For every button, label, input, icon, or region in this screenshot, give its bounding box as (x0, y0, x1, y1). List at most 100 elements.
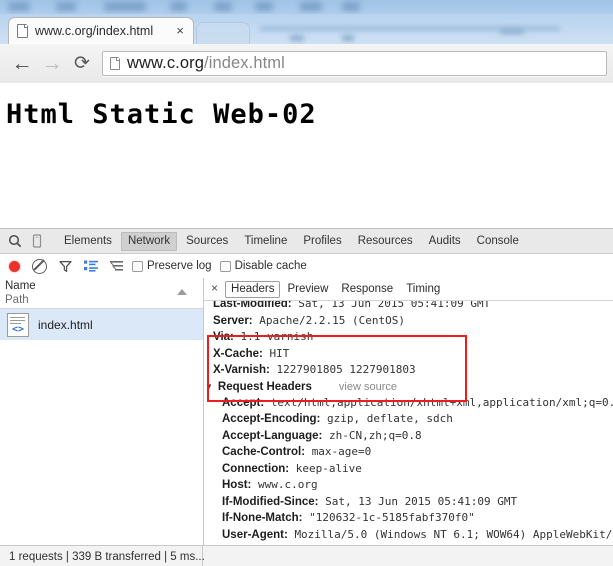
header-line: X-Varnish: 1227901805 1227901803 (213, 362, 613, 379)
header-line: If-Modified-Since: Sat, 13 Jun 2015 05:4… (222, 494, 613, 511)
header-line: X-Cache: HIT (213, 346, 613, 363)
header-name: If-Modified-Since: (222, 495, 319, 508)
header-line: Accept-Language: zh-CN,zh;q=0.8 (222, 428, 613, 445)
requests-column-header[interactable]: Name Path (0, 278, 203, 309)
header-line: If-None-Match: "120632-1c-5185fabf370f0" (222, 510, 613, 527)
checkbox-box[interactable] (132, 260, 143, 272)
status-text: 1 requests | 339 B transferred | 5 ms... (9, 550, 205, 563)
sort-ascending-icon[interactable] (177, 289, 187, 295)
header-line: Accept-Encoding: gzip, deflate, sdch (222, 411, 613, 428)
header-name: Connection: (222, 462, 290, 475)
search-icon[interactable] (4, 231, 26, 251)
header-value: Mozilla/5.0 (Windows NT 6.1; WOW64) Appl… (294, 527, 613, 541)
preserve-log-checkbox[interactable]: Preserve log (132, 260, 212, 272)
header-value: max-age=0 (311, 445, 372, 458)
disable-cache-checkbox[interactable]: Disable cache (219, 260, 307, 272)
address-host: www.c.org (127, 54, 205, 72)
page-title: Html Static Web-02 (6, 99, 317, 130)
checkbox-box[interactable] (219, 260, 231, 272)
reload-icon[interactable]: ⟳ (69, 51, 95, 77)
filter-icon[interactable] (59, 260, 72, 273)
column-name-label: Name (5, 280, 36, 292)
request-headers-list: Accept: text/html,application/xhtml+xml,… (213, 395, 613, 544)
requests-pane: Name Path <> index.html (0, 278, 204, 546)
header-line: Accept: text/html,application/xhtml+xml,… (222, 395, 613, 412)
header-line: Connection: keep-alive (222, 461, 613, 478)
header-line: User-Agent: Mozilla/5.0 (Windows NT 6.1;… (222, 527, 613, 544)
clear-icon[interactable] (32, 258, 47, 274)
header-line: Server: Apache/2.2.15 (CentOS) (213, 313, 613, 330)
headers-content[interactable]: Last-Modified: Sat, 13 Jun 2015 05:41:09… (204, 301, 613, 546)
header-line: Via: 1.1 varnish (213, 329, 613, 346)
detail-tabbar: × Headers Preview Response Timing (204, 278, 613, 301)
tab-elements[interactable]: Elements (57, 232, 119, 251)
address-path: /index.html (204, 54, 285, 72)
header-value: 1227901805 1227901803 (276, 363, 416, 376)
record-icon[interactable] (9, 260, 20, 272)
network-body: Name Path <> index.html × Headers Previe… (0, 278, 613, 546)
network-action-bar: Preserve log Disable cache (0, 254, 613, 279)
header-value: gzip, deflate, sdch (327, 412, 453, 425)
tab-preview[interactable]: Preview (281, 281, 334, 298)
header-line: Last-Modified: Sat, 13 Jun 2015 05:41:09… (213, 301, 613, 313)
forward-icon[interactable]: → (39, 51, 65, 77)
tab-sources[interactable]: Sources (179, 232, 235, 251)
device-toggle-icon[interactable] (26, 231, 48, 251)
close-icon[interactable]: × (173, 24, 187, 39)
tab-timing[interactable]: Timing (400, 281, 446, 298)
tab-title: www.c.org/index.html (35, 24, 154, 38)
header-line: Host: www.c.org (222, 477, 613, 494)
html-document-icon: <> (7, 312, 29, 337)
header-name: Accept-Encoding: (222, 413, 321, 425)
tab-timeline[interactable]: Timeline (237, 232, 294, 251)
header-name: X-Varnish: (213, 364, 270, 376)
tab-headers[interactable]: Headers (225, 280, 281, 298)
request-name: index.html (38, 317, 93, 332)
tab-resources[interactable]: Resources (351, 232, 420, 251)
page-icon (110, 56, 121, 70)
column-path-label: Path (5, 294, 29, 306)
view-source-link[interactable]: view source (339, 379, 397, 395)
header-name: Via: (213, 331, 234, 343)
request-headers-section-title[interactable]: ▼ Request Headers view source (205, 379, 613, 395)
large-rows-icon[interactable] (84, 260, 98, 272)
header-value: zh-CN,zh;q=0.8 (328, 428, 422, 442)
close-icon[interactable]: × (209, 282, 224, 296)
back-icon[interactable]: ← (9, 51, 35, 77)
disable-cache-label: Disable cache (234, 260, 307, 272)
header-name: Host: (222, 479, 252, 491)
requests-empty-area (0, 340, 203, 546)
header-value: text/html,application/xhtml+xml,applicat… (270, 395, 613, 409)
tab-strip-blurred-region (250, 14, 613, 44)
header-name: X-Cache: (213, 347, 263, 360)
address-bar[interactable]: www.c.org/index.html (102, 51, 607, 76)
chevron-down-icon[interactable]: ▼ (205, 379, 213, 395)
header-name: Cache-Control: (222, 446, 306, 458)
devtools-tabbar: Elements Network Sources Timeline Profil… (0, 229, 613, 254)
page-icon (17, 23, 29, 38)
preserve-log-label: Preserve log (147, 260, 212, 272)
browser-toolbar: ← → ⟳ www.c.org/index.html (0, 44, 613, 84)
browser-tab[interactable]: www.c.org/index.html × (8, 17, 194, 44)
tab-strip: www.c.org/index.html × (0, 14, 613, 45)
status-summary-cell: 1 requests | 339 B transferred | 5 ms... (0, 546, 205, 566)
devtools-status-bar: 1 requests | 339 B transferred | 5 ms... (0, 545, 613, 566)
request-detail-pane: × Headers Preview Response Timing Last-M… (204, 278, 613, 546)
tab-response[interactable]: Response (335, 281, 399, 298)
header-value: keep-alive (295, 461, 362, 475)
capture-screenshots-icon[interactable] (110, 260, 124, 272)
tab-profiles[interactable]: Profiles (296, 232, 348, 251)
table-row[interactable]: <> index.html (0, 309, 203, 340)
devtools-panel: Elements Network Sources Timeline Profil… (0, 228, 613, 566)
header-line: Cache-Control: max-age=0 (222, 444, 613, 461)
tab-console[interactable]: Console (470, 232, 526, 251)
tab-audits[interactable]: Audits (422, 232, 468, 251)
header-value: Sat, 13 Jun 2015 05:41:09 GMT (325, 494, 518, 508)
new-tab-button[interactable] (196, 22, 250, 45)
page-viewport: Html Static Web-02 (0, 83, 613, 228)
header-value: Apache/2.2.15 (CentOS) (259, 313, 405, 327)
browser-window: www.c.org/index.html × ← → ⟳ www.c.org/i… (0, 0, 613, 566)
tab-network[interactable]: Network (120, 231, 178, 251)
header-name: If-None-Match: (222, 512, 303, 524)
header-name: Server: (213, 314, 253, 327)
